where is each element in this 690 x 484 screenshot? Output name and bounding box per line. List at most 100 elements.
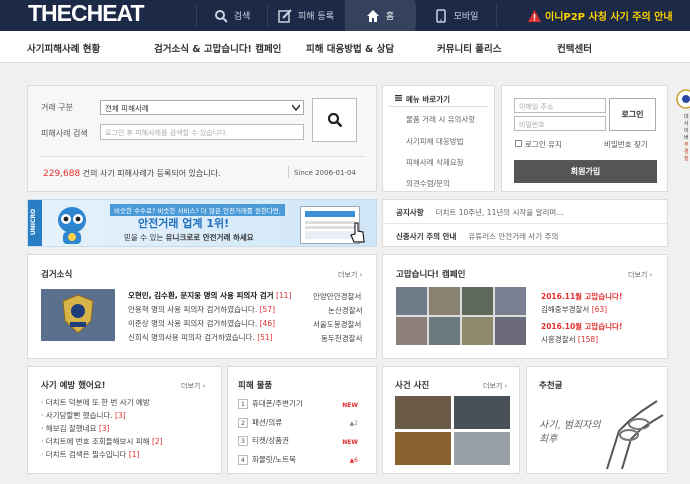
menu-item-community[interactable]: 커뮤니티 폴리스 <box>437 41 502 55</box>
police-photo[interactable] <box>41 289 115 341</box>
comment-count: [11] <box>275 291 292 300</box>
arrest-news-more-link[interactable]: 더보기 › <box>338 270 362 280</box>
victim-item-row[interactable]: 2 패션/의류 <box>238 417 368 428</box>
nav-mobile[interactable]: 모바일 <box>416 0 496 31</box>
rank-number: 3 <box>238 436 248 446</box>
mascot-icon <box>58 207 86 244</box>
arrest-news-item[interactable]: 오현민, 김수환, 문지웅 명의 사용 피의자 검거 [11] <box>128 290 291 301</box>
email-field[interactable]: 이메일 주소 <box>514 98 606 113</box>
incident-photo[interactable] <box>454 396 510 429</box>
arrest-news-text: 이준상 명의 사용 피의자 검거하였습니다. <box>128 319 258 328</box>
banner-tag-text: UNICRO <box>30 208 37 236</box>
trade-type-select[interactable]: 전체 피해사례 <box>100 100 304 115</box>
divider <box>40 156 365 157</box>
prevention-item[interactable]: · 더치트 검색은 필수입니다 [1] <box>41 449 139 460</box>
quick-menu-item[interactable]: 사기피해 대응방법 <box>406 136 464 147</box>
thanks-campaign-more-link[interactable]: 더보기 › <box>628 270 652 280</box>
incident-photos-more-link[interactable]: 더보기 › <box>483 381 507 391</box>
join-button[interactable]: 회원가입 <box>514 160 657 183</box>
since-date: Since 2006-01-04 <box>294 169 356 177</box>
police-emblem-icon <box>41 289 115 341</box>
nav-home[interactable]: 홈 <box>345 0 415 31</box>
incident-photo[interactable] <box>395 396 451 429</box>
nav-search-label: 검색 <box>233 12 251 22</box>
notice-label: 공지사항 <box>396 208 424 217</box>
divider <box>389 106 489 107</box>
campaign-org: 시흥경찰서 <box>541 335 576 344</box>
quick-menu-title: 메뉴 바로가기 <box>406 95 451 104</box>
prevention-text: 해보김 잘했네요 <box>45 424 97 433</box>
prevention-item[interactable]: · 사기당할뻔 했습니다. [3] <box>41 410 126 421</box>
find-password-link[interactable]: 비밀번호 찾기 <box>604 139 648 150</box>
quick-menu-item[interactable]: 피해사례 삭제요청 <box>406 157 464 168</box>
keep-login-checkbox[interactable] <box>515 140 522 147</box>
prevention-more-link[interactable]: 더보기 › <box>181 381 205 391</box>
arrest-news-text: 오현민, 김수환, 문지웅 명의 사용 피의자 검거 <box>128 291 274 300</box>
incident-photo[interactable] <box>454 432 510 465</box>
search-button[interactable] <box>312 98 357 142</box>
victim-item-name: 패션/의류 <box>252 418 283 427</box>
thanks-campaign-title: 고맙습니다! 캠페인 <box>396 270 466 280</box>
campaign-item-org[interactable]: 김해중부경찰서 [63] <box>541 304 607 315</box>
victim-item-row[interactable]: 4 화물릿/노트북 <box>238 454 368 465</box>
notice-label: 신종사기 주의 안내 <box>396 232 457 241</box>
unicro-banner[interactable]: UNICRO 비슷한 수수료? 비슷한 서비스? 더 많은 안전거래를 원한다면… <box>27 199 377 247</box>
more-label: 더보기 <box>483 382 503 390</box>
menu-item-response[interactable]: 피해 대응방법 & 상담 <box>306 41 394 55</box>
prevention-item[interactable]: · 더치트 덕분에 또 한 번 사기 예방 <box>41 397 150 408</box>
comment-count: [158] <box>577 335 599 344</box>
notice-text: 유튜러스 안전거래 사기 주의 <box>468 232 559 241</box>
side-ad[interactable]: 대 사이버 주 경찰 <box>674 88 690 168</box>
more-label: 더보기 <box>338 271 358 279</box>
notice-row[interactable]: 공지사항 더치트 10주년, 11년의 시작을 알리며... <box>396 207 563 218</box>
arrest-news-item[interactable]: 신희식 명의사용 피의자 검거하였습니다. [51] <box>128 332 273 343</box>
password-field[interactable]: 비밀번호 <box>514 116 606 131</box>
incident-photo[interactable] <box>395 432 451 465</box>
menu-item-arrest-news[interactable]: 검거소식 & 고맙습니다! 캠페인 <box>154 41 281 55</box>
fraud-count-suffix: 건의 사기 피해사례가 등록되어 있습니다. <box>82 169 221 178</box>
notice-row[interactable]: 신종사기 주의 안내 유튜러스 안전거래 사기 주의 <box>396 231 558 242</box>
side-ad-line: 주 경찰 <box>684 142 689 162</box>
rank-number: 4 <box>238 455 248 465</box>
quick-menu-item[interactable]: 의견수렴/문의 <box>406 178 450 189</box>
scam-alert-link[interactable]: 이니P2P 사칭 사기 주의 안내 <box>528 0 690 31</box>
recommend-caption[interactable]: 사기, 범죄자의 최후 <box>539 419 601 447</box>
side-ad-line: 사이버 <box>684 121 689 141</box>
divider <box>288 166 289 178</box>
rank-change: ▲6 <box>349 457 358 464</box>
campaign-photo-grid[interactable] <box>396 287 526 345</box>
victim-items-title: 피해 물품 <box>238 381 273 391</box>
menu-item-contact[interactable]: 컨택센터 <box>557 41 592 55</box>
campaign-item-headline[interactable]: 2016.11월 고맙습니다! <box>541 291 622 302</box>
banner-brand: 유니크로 <box>165 233 194 242</box>
arrest-news-item[interactable]: 안용혁 명의 사용 피의자 검거하였습니다. [57] <box>128 304 275 315</box>
arrest-news-panel: 검거소식 더보기 › 오현민, 김수환, 문지웅 명의 사용 피의자 검거 [1… <box>27 254 377 359</box>
nav-divider <box>496 4 497 27</box>
login-button[interactable]: 로그인 <box>609 98 656 131</box>
recommend-panel: 추천글 사기, 범죄자의 최후 <box>526 366 668 474</box>
prevention-item[interactable]: · 해보김 잘했네요 [3] <box>41 423 109 434</box>
site-logo[interactable]: THECHEAT <box>28 0 145 31</box>
prevention-title: 사기 예방 했어요! <box>41 381 106 391</box>
comment-count: [2] <box>151 437 163 446</box>
new-badge: NEW <box>342 439 358 446</box>
menu-item-fraud-status[interactable]: 사기피해사례 현황 <box>27 41 100 55</box>
comment-count: [3] <box>98 424 110 433</box>
menu-icon <box>395 95 402 101</box>
arrest-news-item[interactable]: 이준상 명의 사용 피의자 검거하였습니다. [46] <box>128 318 275 329</box>
search-panel: 거래 구분 전체 피해사례 피해사례 검색 로그인 후 피해사례를 검색할 수 … <box>27 85 377 192</box>
campaign-item-org[interactable]: 시흥경찰서 [158] <box>541 334 598 345</box>
fraud-count: 229,688 <box>43 169 81 179</box>
banner-line2: 안전거래 업계 1위! <box>138 217 230 230</box>
recommend-title: 추천글 <box>539 381 563 391</box>
nav-search[interactable]: 검색 <box>197 0 267 31</box>
search-input[interactable]: 로그인 후 피해사례를 검색할 수 있습니다. <box>100 124 304 140</box>
quick-menu-item[interactable]: 물품 거래 시 유의사항 <box>406 114 475 125</box>
incident-photos-panel: 사건 사진 더보기 › <box>382 366 520 474</box>
query-label: 피해사례 검색 <box>41 129 88 138</box>
nav-report[interactable]: 피해 등록 <box>268 0 344 31</box>
prevention-item[interactable]: · 더치트에 번호 조회들해보시 피해 [2] <box>41 436 163 447</box>
campaign-item-headline[interactable]: 2016.10월 고맙습니다! <box>541 321 622 332</box>
victim-items-panel: 피해 물품 1 휴대폰/주변기기 NEW 2 패션/의류 ▲2 3 티켓/상품권 NE… <box>227 366 377 474</box>
nav-home-label: 홈 <box>385 12 395 22</box>
